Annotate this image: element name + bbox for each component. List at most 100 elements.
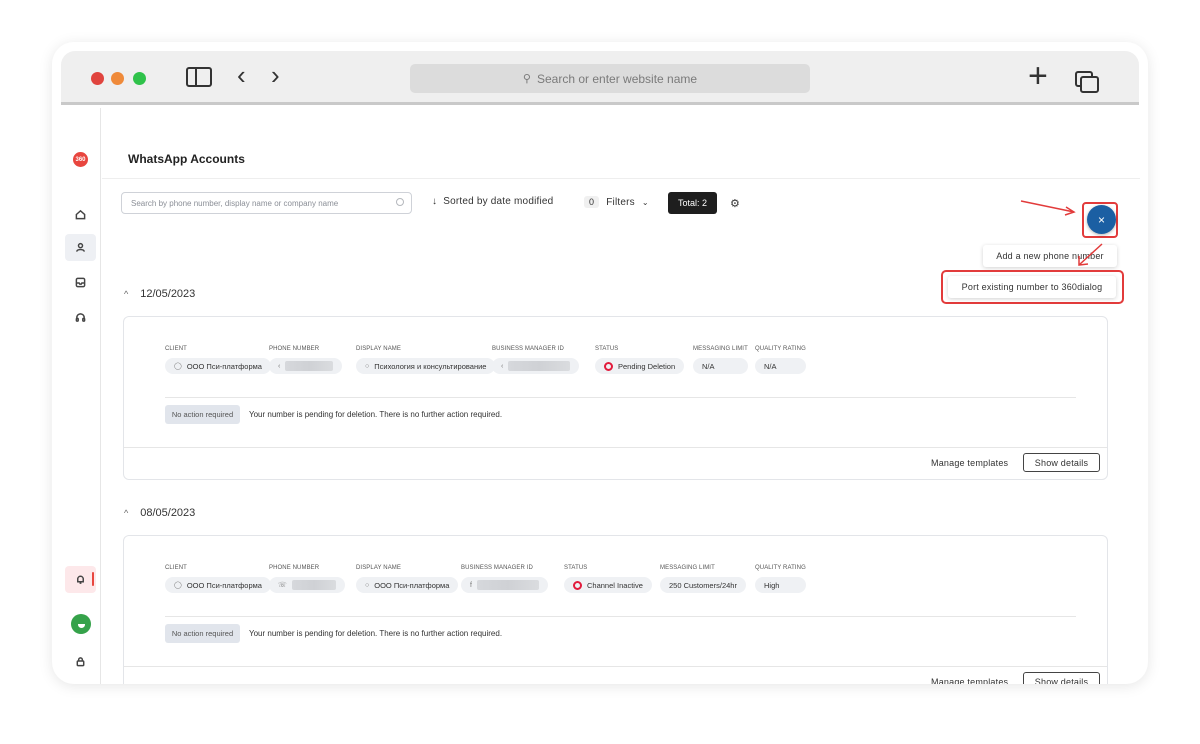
- avatar[interactable]: [71, 614, 91, 634]
- phone-icon: ‹: [278, 362, 281, 370]
- active-indicator: [92, 572, 94, 586]
- quality-field: QUALITY RATING N/A: [755, 346, 806, 374]
- user-icon: [76, 242, 85, 252]
- divider: [165, 616, 1076, 617]
- status-badge: Channel Inactive: [564, 577, 652, 593]
- date-group-header[interactable]: ^ 08/05/2023: [124, 507, 195, 519]
- quality-value: High: [764, 580, 780, 590]
- field-label: MESSAGING LIMIT: [660, 565, 715, 571]
- minimize-window-button[interactable]: [111, 72, 124, 85]
- address-bar[interactable]: ⚲ Search or enter website name: [410, 64, 810, 93]
- field-label: CLIENT: [165, 565, 187, 571]
- account-card: CLIENT ◯ ООО Пси-платформа PHONE NUMBER ☏…: [123, 535, 1108, 684]
- group-date: 08/05/2023: [140, 507, 196, 519]
- chat-icon: ○: [365, 362, 370, 370]
- status-badge: Pending Deletion: [595, 358, 685, 374]
- field-label: DISPLAY NAME: [356, 565, 401, 571]
- manage-templates-link[interactable]: Manage templates: [931, 458, 1008, 468]
- lock-icon: [76, 657, 85, 667]
- show-details-button[interactable]: Show details: [1023, 672, 1100, 684]
- divider: [124, 666, 1107, 667]
- forward-arrow-icon[interactable]: ›: [271, 60, 280, 90]
- limit-value: 250 Customers/24hr: [669, 580, 737, 590]
- bell-icon: [77, 575, 84, 584]
- client-field: CLIENT ◯ ООО Пси-платформа: [165, 346, 271, 374]
- field-label: CLIENT: [165, 346, 187, 352]
- status-icon: [604, 361, 613, 371]
- status-value: Pending Deletion: [618, 361, 676, 371]
- quality-pill: High: [755, 577, 806, 593]
- client-value: ООО Пси-платформа: [186, 580, 262, 590]
- sidebar-toggle-icon[interactable]: [186, 67, 212, 87]
- field-label: PHONE NUMBER: [269, 565, 320, 571]
- bm-id-pill: ‹: [492, 358, 580, 374]
- user-icon: ◯: [174, 363, 182, 370]
- home-icon: [75, 209, 86, 220]
- field-label: BUSINESS MANAGER ID: [492, 346, 564, 352]
- phone-pill: ‹: [269, 358, 343, 374]
- redacted-phone: [291, 580, 336, 590]
- quality-field: QUALITY RATING High: [755, 565, 806, 593]
- close-window-button[interactable]: [91, 72, 104, 85]
- status-value: Channel Inactive: [587, 580, 643, 590]
- account-card: CLIENT ◯ ООО Пси-платформа PHONE NUMBER ‹…: [123, 316, 1108, 480]
- redacted-phone: [285, 361, 334, 371]
- browser-toolbar: ‹ › ⚲ Search or enter website name +: [61, 51, 1139, 105]
- display-name-field: DISPLAY NAME ○ Психология и консультирова…: [356, 346, 496, 374]
- date-group-header[interactable]: ^ 12/05/2023: [124, 288, 195, 300]
- phone-pill: ☏: [269, 577, 345, 593]
- user-icon: ◯: [174, 582, 182, 589]
- sidebar-item-home[interactable]: [65, 201, 96, 228]
- inbox-icon: [75, 277, 86, 288]
- manage-templates-link[interactable]: Manage templates: [931, 677, 1008, 684]
- chevron-up-icon: ^: [124, 289, 129, 299]
- quality-pill: N/A: [755, 358, 806, 374]
- logo[interactable]: 360: [73, 152, 88, 167]
- status-field: STATUS Pending Deletion: [595, 346, 685, 374]
- main-content: WhatsApp Accounts Search by phone number…: [102, 108, 1140, 684]
- new-tab-icon[interactable]: +: [1028, 57, 1048, 95]
- field-label: BUSINESS MANAGER ID: [461, 565, 533, 571]
- status-note: Your number is pending for deletion. The…: [249, 410, 503, 419]
- client-pill: ◯ ООО Пси-платформа: [165, 358, 271, 374]
- quality-value: N/A: [764, 361, 777, 371]
- client-value: ООО Пси-платформа: [186, 361, 262, 371]
- arrow-to-port: [1078, 243, 1103, 266]
- browser-window: ‹ › ⚲ Search or enter website name + 360: [52, 42, 1148, 684]
- client-pill: ◯ ООО Пси-платформа: [165, 577, 271, 593]
- status-note: Your number is pending for deletion. The…: [249, 629, 503, 638]
- field-label: DISPLAY NAME: [356, 346, 401, 352]
- sidebar-item-lock[interactable]: [65, 648, 96, 675]
- no-action-badge: No action required: [165, 624, 240, 643]
- field-label: QUALITY RATING: [755, 565, 806, 571]
- sidebar-item-accounts[interactable]: [65, 234, 96, 261]
- tab-overview-icon[interactable]: [1075, 71, 1099, 93]
- phone-field: PHONE NUMBER ‹: [269, 346, 343, 374]
- divider: [165, 397, 1076, 398]
- maximize-window-button[interactable]: [133, 72, 146, 85]
- search-icon: ⚲: [522, 73, 531, 85]
- sidebar-item-inbox[interactable]: [65, 269, 96, 296]
- divider: [124, 447, 1107, 448]
- limit-pill: N/A: [693, 358, 748, 374]
- show-details-button[interactable]: Show details: [1023, 453, 1100, 472]
- annotation-arrows: [1020, 200, 1103, 266]
- limit-field: MESSAGING LIMIT 250 Customers/24hr: [660, 565, 746, 593]
- chevron-up-icon: ^: [124, 508, 129, 518]
- bm-id-pill: f: [461, 577, 548, 593]
- sidebar-item-notifications[interactable]: [65, 566, 96, 593]
- display-name-field: DISPLAY NAME ○ ООО Пси-платформа: [356, 565, 459, 593]
- field-label: PHONE NUMBER: [269, 346, 320, 352]
- phone-icon: ☏: [278, 582, 287, 589]
- phone-field: PHONE NUMBER ☏: [269, 565, 345, 593]
- no-action-badge: No action required: [165, 405, 240, 424]
- headset-icon: [75, 313, 86, 322]
- sidebar-item-support[interactable]: [65, 304, 96, 331]
- limit-field: MESSAGING LIMIT N/A: [693, 346, 748, 374]
- field-label: STATUS: [595, 346, 619, 352]
- back-arrow-icon[interactable]: ‹: [237, 60, 246, 90]
- redacted-bm-id: [508, 361, 571, 371]
- client-field: CLIENT ◯ ООО Пси-платформа: [165, 565, 271, 593]
- limit-value: N/A: [702, 361, 715, 371]
- bm-id-field: BUSINESS MANAGER ID f: [461, 565, 548, 593]
